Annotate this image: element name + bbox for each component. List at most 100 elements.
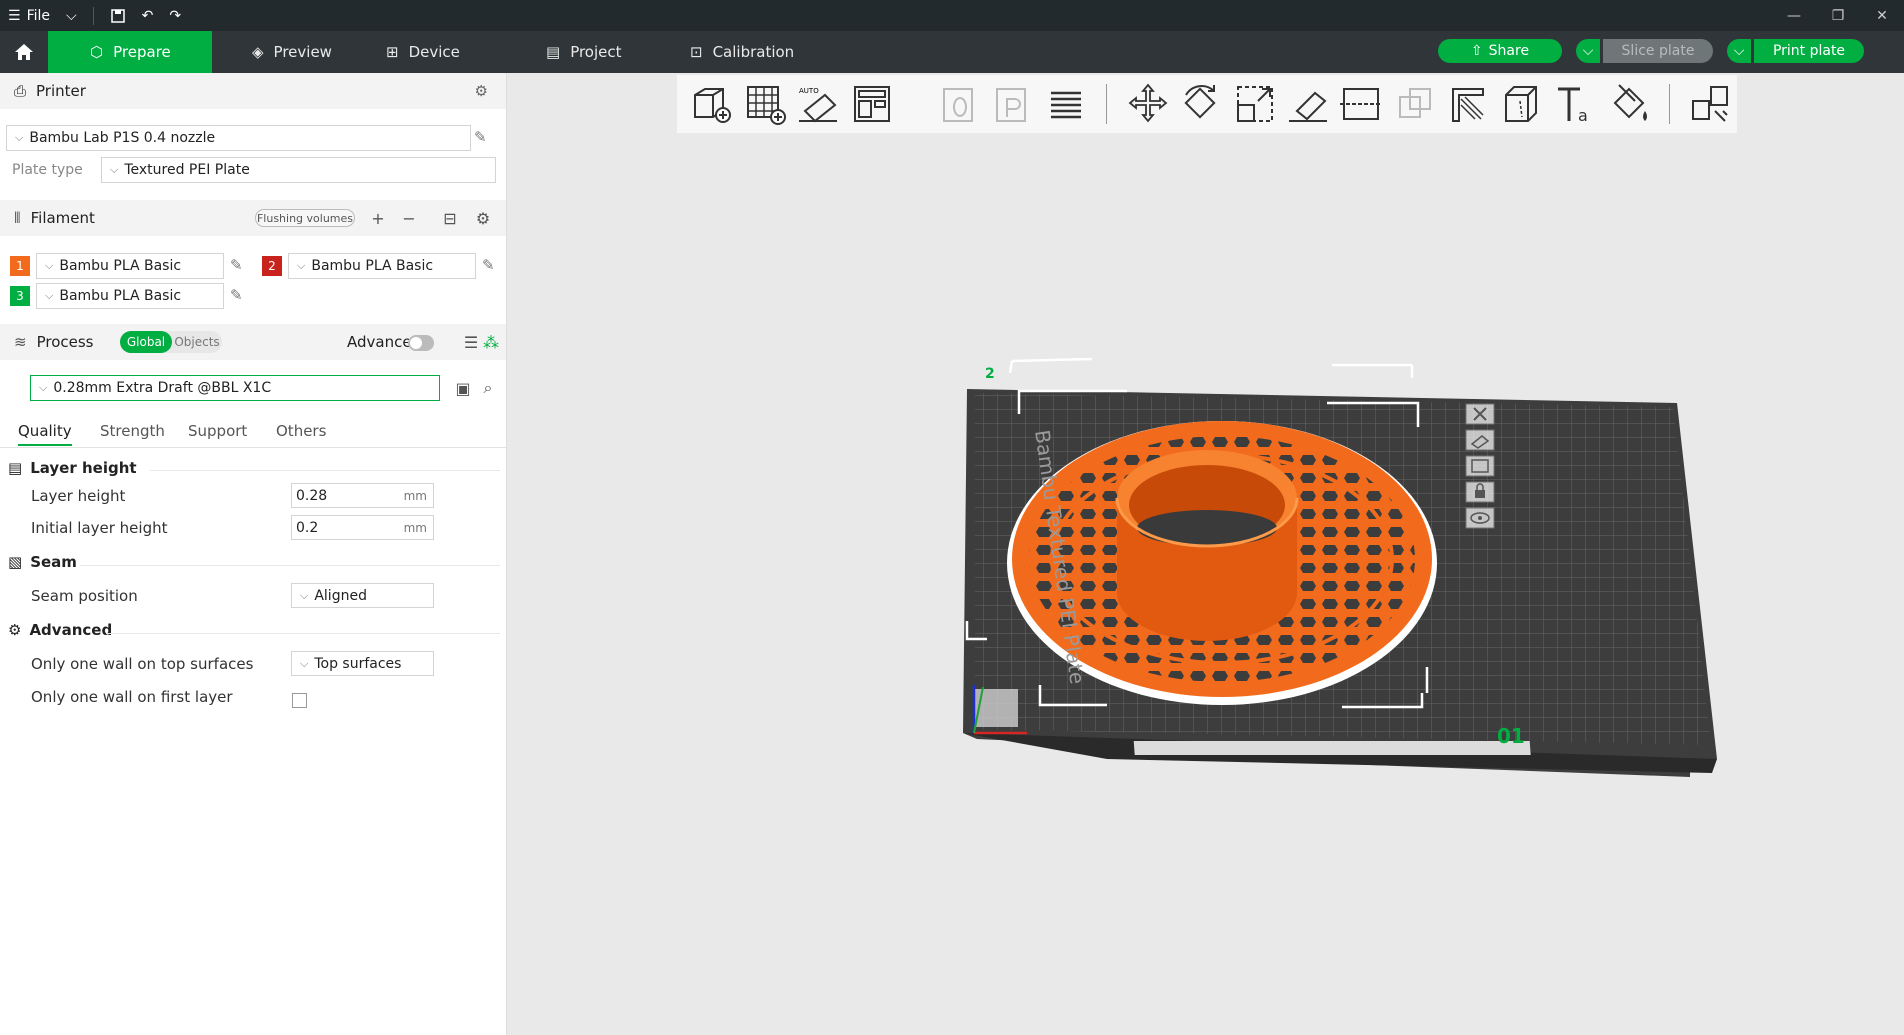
settings-panel: ⎙ Printer ⚙ ⌵ Bambu Lab P1S 0.4 nozzle ✎… xyxy=(0,73,507,1035)
home-button[interactable] xyxy=(0,31,48,73)
printer-section-header: ⎙ Printer ⚙ xyxy=(0,73,506,109)
print-dropdown-chevron-icon[interactable]: ⌵ xyxy=(1727,39,1751,63)
filament-3-select[interactable]: ⌵ Bambu PLA Basic xyxy=(36,283,224,309)
layer-height-input[interactable]: 0.28 mm xyxy=(291,483,434,508)
process-compare-icon[interactable]: ⁂ xyxy=(481,332,501,352)
title-bar: ☰ File ⌵ ↶ ↷ — ❐ ✕ xyxy=(0,0,1904,31)
first-layer-wall-checkbox[interactable] xyxy=(292,693,307,708)
filament-2-edit-icon[interactable]: ✎ xyxy=(482,256,495,274)
chevron-down-icon: ⌵ xyxy=(300,656,309,670)
advance-switch[interactable] xyxy=(408,335,434,351)
calibration-icon: ⊡ xyxy=(690,43,703,61)
layer-height-group-title: ▤ Layer height xyxy=(8,459,137,477)
share-button[interactable]: ⇧ Share xyxy=(1438,39,1562,63)
chevron-down-icon: ⌵ xyxy=(15,131,24,144)
minimize-icon[interactable]: — xyxy=(1772,0,1816,31)
filament-sync-icon[interactable]: ⊟ xyxy=(440,208,460,228)
redo-icon[interactable]: ↷ xyxy=(161,0,189,31)
filament-settings-gear-icon[interactable]: ⚙ xyxy=(473,208,493,228)
arrange-plate-icon[interactable] xyxy=(1465,455,1495,477)
process-preset-select[interactable]: ⌵ 0.28mm Extra Draft @BBL X1C xyxy=(30,375,440,401)
eye-icon[interactable] xyxy=(1465,507,1495,529)
save-preset-icon[interactable]: ▣ xyxy=(453,378,473,398)
slice-plate-button[interactable]: Slice plate xyxy=(1603,39,1713,63)
filament-1-badge: 1 xyxy=(10,256,30,276)
close-plate-icon[interactable] xyxy=(1465,403,1495,425)
tab-calibration[interactable]: ⊡ Calibration xyxy=(690,31,840,73)
3d-viewport[interactable]: AUTO a Bambu Textured PEI Plate 01 2 xyxy=(507,73,1904,1035)
printer-select[interactable]: ⌵ Bambu Lab P1S 0.4 nozzle xyxy=(6,125,471,151)
chevron-down-icon: ⌵ xyxy=(300,588,309,602)
save-icon[interactable] xyxy=(102,0,134,31)
advanced-group-title: ⚙ Advanced xyxy=(8,621,113,639)
filament-3-badge: 3 xyxy=(10,286,30,306)
initial-layer-height-label: Initial layer height xyxy=(31,519,168,537)
process-layers-icon: ≋ xyxy=(14,333,27,351)
plate-edge-number: 2 xyxy=(985,366,995,382)
lock-icon[interactable] xyxy=(1465,481,1495,503)
close-icon[interactable]: ✕ xyxy=(1860,0,1904,31)
file-dropdown-chevron-icon[interactable]: ⌵ xyxy=(58,0,85,31)
chevron-down-icon: ⌵ xyxy=(297,259,306,272)
advanced-gears-icon: ⚙ xyxy=(8,621,22,639)
top-wall-select[interactable]: ⌵ Top surfaces xyxy=(291,651,434,676)
tab-project[interactable]: ▤ Project xyxy=(540,31,690,73)
objects-option[interactable]: Objects xyxy=(172,331,222,353)
printer-edit-icon[interactable]: ✎ xyxy=(474,128,487,146)
search-icon[interactable]: ⌕ xyxy=(478,378,498,398)
seam-group-title: ▧ Seam xyxy=(8,553,77,571)
filament-2-select[interactable]: ⌵ Bambu PLA Basic xyxy=(288,253,476,279)
slice-dropdown-chevron-icon[interactable]: ⌵ xyxy=(1576,39,1600,63)
project-icon: ▤ xyxy=(546,43,561,61)
group-divider xyxy=(106,633,500,634)
add-filament-icon[interactable]: + xyxy=(368,208,388,228)
tab-quality[interactable]: Quality xyxy=(18,422,72,446)
group-divider xyxy=(80,565,500,566)
tab-support[interactable]: Support xyxy=(188,422,247,440)
flushing-volumes-button[interactable]: Flushing volumes xyxy=(255,209,355,227)
printer-icon: ⎙ xyxy=(14,82,27,100)
remove-filament-icon[interactable]: − xyxy=(399,208,419,228)
titlebar-divider xyxy=(92,6,94,25)
filament-icon: ⦀ xyxy=(14,209,21,227)
chevron-down-icon: ⌵ xyxy=(39,381,48,394)
prepare-cube-icon: ⬡ xyxy=(90,43,104,61)
global-objects-toggle[interactable]: Global Objects xyxy=(120,331,222,353)
filament-1-edit-icon[interactable]: ✎ xyxy=(230,256,243,274)
tab-prepare[interactable]: ⬡ Prepare xyxy=(48,31,212,73)
filament-section-header: ⦀ Filament xyxy=(0,200,506,236)
file-menu-label: File xyxy=(26,7,50,24)
filament-1-select[interactable]: ⌵ Bambu PLA Basic xyxy=(36,253,224,279)
chevron-down-icon: ⌵ xyxy=(45,289,54,302)
printer-settings-gear-icon[interactable]: ⚙ xyxy=(475,82,488,100)
initial-layer-height-input[interactable]: 0.2 mm xyxy=(291,515,434,540)
tab-device[interactable]: ⊞ Device xyxy=(376,31,540,73)
process-list-icon[interactable]: ☰ xyxy=(461,332,481,352)
restore-icon[interactable]: ❐ xyxy=(1816,0,1860,31)
seam-position-select[interactable]: ⌵ Aligned xyxy=(291,583,434,608)
layer-height-icon: ▤ xyxy=(8,459,23,477)
build-plate-scene: Bambu Textured PEI Plate 01 2 xyxy=(963,357,1717,777)
orient-plate-icon[interactable] xyxy=(1465,429,1495,451)
tab-preview[interactable]: ◈ Preview xyxy=(212,31,376,73)
global-option[interactable]: Global xyxy=(120,331,172,353)
plate-side-icons xyxy=(1465,403,1499,533)
plate-type-select[interactable]: ⌵ Textured PEI Plate xyxy=(101,157,496,183)
advance-label: Advance xyxy=(347,333,412,351)
hamburger-icon: ☰ xyxy=(8,7,21,24)
preview-layers-icon: ◈ xyxy=(252,43,264,61)
layer-height-label: Layer height xyxy=(31,487,126,505)
group-divider xyxy=(150,470,500,471)
file-menu[interactable]: ☰ File xyxy=(0,0,58,31)
top-wall-label: Only one wall on top surfaces xyxy=(31,655,254,673)
filament-2-badge: 2 xyxy=(262,256,282,276)
chevron-down-icon: ⌵ xyxy=(110,163,119,176)
filament-3-edit-icon[interactable]: ✎ xyxy=(230,286,243,304)
tab-strength[interactable]: Strength xyxy=(100,422,165,440)
print-plate-button[interactable]: Print plate xyxy=(1754,39,1864,63)
first-layer-wall-label: Only one wall on first layer xyxy=(31,688,233,706)
seam-icon: ▧ xyxy=(8,553,23,571)
tab-others[interactable]: Others xyxy=(276,422,326,440)
undo-icon[interactable]: ↶ xyxy=(134,0,162,31)
device-icon: ⊞ xyxy=(386,43,399,61)
